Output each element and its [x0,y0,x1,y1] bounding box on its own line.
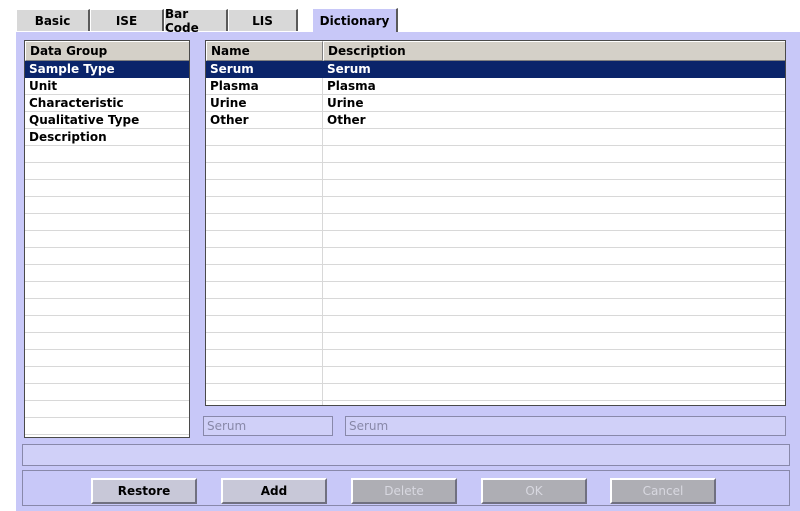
description-cell: Urine [327,96,364,110]
data-group-item[interactable] [25,214,189,231]
table-row[interactable] [206,248,785,265]
data-group-item[interactable] [25,248,189,265]
column-header-name[interactable]: Name [206,41,323,61]
data-group-item[interactable] [25,197,189,214]
data-group-item[interactable] [25,350,189,367]
data-group-header[interactable]: Data Group [25,41,189,61]
tab-bar: Basic ISE Bar Code LIS Dictionary [16,0,800,35]
add-button[interactable]: Add [221,478,327,504]
data-group-item[interactable] [25,299,189,316]
data-group-item[interactable] [25,384,189,401]
ok-button[interactable]: OK [481,478,587,504]
tab-label: LIS [252,13,273,28]
status-bar [22,444,790,466]
table-row[interactable] [206,214,785,231]
restore-button[interactable]: Restore [91,478,197,504]
name-input[interactable]: Serum [203,416,333,436]
tab-label: ISE [115,13,138,28]
tab-label: Dictionary [319,13,390,28]
table-row[interactable] [206,282,785,299]
dictionary-panel: Basic ISE Bar Code LIS Dictionary Data G… [16,0,800,511]
table-row[interactable] [206,333,785,350]
description-cell: Other [327,113,366,127]
table-row[interactable] [206,163,785,180]
tab-basic[interactable]: Basic [16,9,90,31]
table-row[interactable] [206,231,785,248]
tab-dictionary[interactable]: Dictionary [312,8,398,32]
data-group-item[interactable] [25,146,189,163]
tab-label: Basic [34,13,71,28]
data-group-item[interactable] [25,418,189,435]
tab-lis[interactable]: LIS [228,9,298,31]
data-group-item[interactable]: Description [25,129,189,146]
name-cell: Urine [210,96,247,110]
description-input[interactable]: Serum [345,416,786,436]
delete-button[interactable]: Delete [351,478,457,504]
table-row[interactable] [206,180,785,197]
data-group-item[interactable] [25,180,189,197]
table-row[interactable]: Serum Serum [206,61,785,78]
data-group-item[interactable] [25,265,189,282]
entries-table[interactable]: Name Description Serum Serum Plasma Plasma U… [205,40,786,406]
data-group-list[interactable]: Data Group Sample Type Unit Characteristic… [24,40,190,438]
name-cell: Serum [210,62,254,76]
data-group-item[interactable]: Sample Type [25,61,189,78]
description-cell: Plasma [327,79,376,93]
table-row[interactable] [206,384,785,401]
tab-bar-code[interactable]: Bar Code [164,7,228,35]
table-row[interactable] [206,367,785,384]
data-group-item[interactable] [25,367,189,384]
name-cell: Plasma [210,79,259,93]
data-group-item[interactable] [25,333,189,350]
data-group-item[interactable] [25,231,189,248]
data-group-item[interactable]: Qualitative Type [25,112,189,129]
table-row[interactable] [206,350,785,367]
tab-label: Bar Code [165,6,199,35]
tab-ise[interactable]: ISE [90,9,164,31]
data-group-item[interactable] [25,163,189,180]
column-header-description[interactable]: Description [323,41,785,61]
table-row[interactable] [206,265,785,282]
table-row[interactable]: Other Other [206,112,785,129]
data-group-item[interactable] [25,282,189,299]
table-row[interactable] [206,316,785,333]
table-row[interactable] [206,299,785,316]
name-cell: Other [210,113,249,127]
table-row[interactable]: Urine Urine [206,95,785,112]
data-group-item[interactable] [25,401,189,418]
table-row[interactable] [206,197,785,214]
cancel-button[interactable]: Cancel [610,478,716,504]
table-row[interactable] [206,146,785,163]
description-cell: Serum [327,62,371,76]
data-group-item[interactable]: Unit [25,78,189,95]
table-row[interactable] [206,129,785,146]
data-group-item[interactable]: Characteristic [25,95,189,112]
data-group-item[interactable] [25,316,189,333]
table-row[interactable]: Plasma Plasma [206,78,785,95]
